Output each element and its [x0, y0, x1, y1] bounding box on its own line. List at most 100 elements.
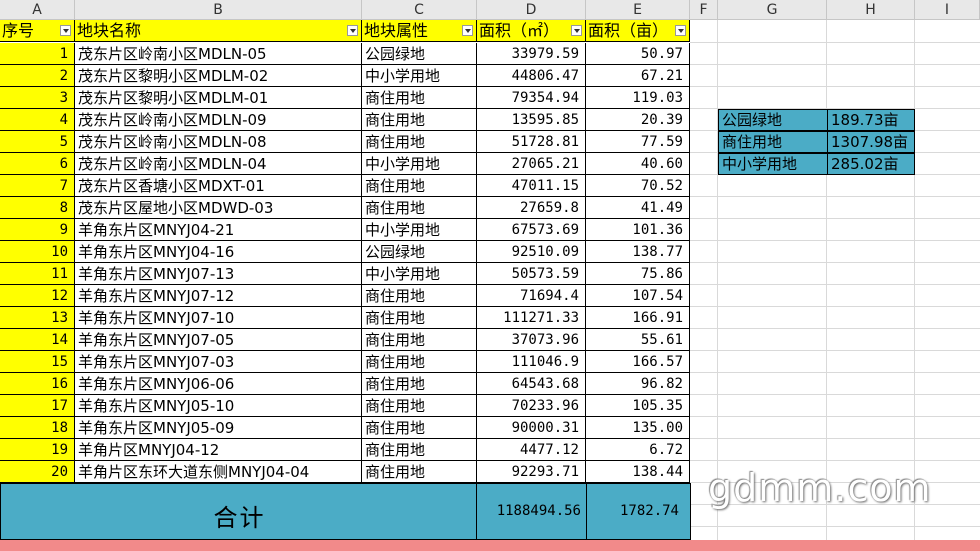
column-header-g[interactable]: G [718, 0, 827, 20]
row-seq-cell[interactable]: 15 [0, 351, 75, 373]
row-name-cell[interactable]: 茂东片区黎明小区MDLM-01 [75, 87, 362, 109]
filter-dropdown-icon[interactable] [60, 25, 71, 36]
row-seq-cell[interactable]: 10 [0, 241, 75, 263]
header-attr-cell[interactable]: 地块属性 [362, 20, 477, 42]
row-seq-cell[interactable]: 17 [0, 395, 75, 417]
row-name-cell[interactable]: 羊角东片区MNYJ05-09 [75, 417, 362, 439]
row-attr-cell[interactable]: 商住用地 [362, 197, 477, 219]
row-name-cell[interactable]: 羊角东片区MNYJ07-13 [75, 263, 362, 285]
filter-dropdown-icon[interactable] [462, 25, 473, 36]
row-seq-cell[interactable]: 1 [0, 43, 75, 65]
total-area-m2-cell[interactable]: 1188494.56 [476, 483, 587, 540]
row-name-cell[interactable]: 羊角东片区MNYJ07-12 [75, 285, 362, 307]
row-name-cell[interactable]: 茂东片区岭南小区MDLN-09 [75, 109, 362, 131]
row-area-mu-cell[interactable]: 75.86 [586, 263, 690, 285]
row-attr-cell[interactable]: 商住用地 [362, 175, 477, 197]
row-name-cell[interactable]: 羊角东片区MNYJ07-03 [75, 351, 362, 373]
row-area-mu-cell[interactable]: 107.54 [586, 285, 690, 307]
summary-value-cell[interactable]: 189.73亩 [827, 109, 915, 131]
row-area-mu-cell[interactable]: 166.91 [586, 307, 690, 329]
header-seq-cell[interactable]: 序号 [0, 20, 75, 42]
row-area-m2-cell[interactable]: 67573.69 [477, 219, 586, 241]
row-area-m2-cell[interactable]: 47011.15 [477, 175, 586, 197]
row-area-m2-cell[interactable]: 51728.81 [477, 131, 586, 153]
column-header-a[interactable]: A [0, 0, 75, 20]
row-area-mu-cell[interactable]: 50.97 [586, 43, 690, 65]
row-attr-cell[interactable]: 商住用地 [362, 307, 477, 329]
summary-value-cell[interactable]: 1307.98亩 [827, 131, 915, 153]
row-name-cell[interactable]: 羊角东片区MNYJ05-10 [75, 395, 362, 417]
column-header-h[interactable]: H [827, 0, 915, 20]
column-header-f[interactable]: F [690, 0, 718, 20]
row-area-mu-cell[interactable]: 77.59 [586, 131, 690, 153]
column-header-b[interactable]: B [75, 0, 362, 20]
row-attr-cell[interactable]: 中小学用地 [362, 263, 477, 285]
row-attr-cell[interactable]: 商住用地 [362, 417, 477, 439]
row-area-m2-cell[interactable]: 111046.9 [477, 351, 586, 373]
row-area-m2-cell[interactable]: 50573.59 [477, 263, 586, 285]
row-name-cell[interactable]: 羊角片区MNYJ04-12 [75, 439, 362, 461]
row-area-m2-cell[interactable]: 4477.12 [477, 439, 586, 461]
row-seq-cell[interactable]: 5 [0, 131, 75, 153]
row-attr-cell[interactable]: 中小学用地 [362, 219, 477, 241]
row-name-cell[interactable]: 茂东片区屋地小区MDWD-03 [75, 197, 362, 219]
row-attr-cell[interactable]: 商住用地 [362, 395, 477, 417]
row-name-cell[interactable]: 羊角片区东环大道东侧MNYJ04-04 [75, 461, 362, 483]
row-area-mu-cell[interactable]: 41.49 [586, 197, 690, 219]
row-area-m2-cell[interactable]: 90000.31 [477, 417, 586, 439]
row-name-cell[interactable]: 茂东片区岭南小区MDLN-04 [75, 153, 362, 175]
row-attr-cell[interactable]: 商住用地 [362, 109, 477, 131]
row-attr-cell[interactable]: 商住用地 [362, 461, 477, 483]
summary-attr-cell[interactable]: 中小学用地 [718, 153, 828, 175]
row-area-mu-cell[interactable]: 6.72 [586, 439, 690, 461]
row-area-mu-cell[interactable]: 138.44 [586, 461, 690, 483]
row-name-cell[interactable]: 羊角东片区MNYJ04-21 [75, 219, 362, 241]
row-area-m2-cell[interactable]: 44806.47 [477, 65, 586, 87]
row-area-mu-cell[interactable]: 96.82 [586, 373, 690, 395]
row-area-mu-cell[interactable]: 119.03 [586, 87, 690, 109]
row-area-m2-cell[interactable]: 27659.8 [477, 197, 586, 219]
row-area-m2-cell[interactable]: 70233.96 [477, 395, 586, 417]
row-seq-cell[interactable]: 19 [0, 439, 75, 461]
filter-dropdown-icon[interactable] [347, 25, 358, 36]
row-attr-cell[interactable]: 商住用地 [362, 87, 477, 109]
row-area-mu-cell[interactable]: 20.39 [586, 109, 690, 131]
header-area-mu-cell[interactable]: 面积（亩） [586, 20, 690, 42]
row-seq-cell[interactable]: 14 [0, 329, 75, 351]
row-name-cell[interactable]: 茂东片区香塘小区MDXT-01 [75, 175, 362, 197]
row-attr-cell[interactable]: 商住用地 [362, 285, 477, 307]
row-seq-cell[interactable]: 16 [0, 373, 75, 395]
row-seq-cell[interactable]: 7 [0, 175, 75, 197]
row-attr-cell[interactable]: 商住用地 [362, 131, 477, 153]
header-area-m2-cell[interactable]: 面积（㎡） [477, 20, 586, 42]
row-name-cell[interactable]: 羊角东片区MNYJ07-10 [75, 307, 362, 329]
row-area-m2-cell[interactable]: 92293.71 [477, 461, 586, 483]
row-area-m2-cell[interactable]: 37073.96 [477, 329, 586, 351]
row-attr-cell[interactable]: 商住用地 [362, 351, 477, 373]
column-header-c[interactable]: C [362, 0, 477, 20]
filter-dropdown-icon[interactable] [571, 25, 582, 36]
row-name-cell[interactable]: 羊角东片区MNYJ07-05 [75, 329, 362, 351]
column-header-e[interactable]: E [586, 0, 690, 20]
column-header-i[interactable]: I [915, 0, 980, 20]
row-name-cell[interactable]: 羊角东片区MNYJ06-06 [75, 373, 362, 395]
row-seq-cell[interactable]: 6 [0, 153, 75, 175]
row-area-m2-cell[interactable]: 79354.94 [477, 87, 586, 109]
row-area-m2-cell[interactable]: 27065.21 [477, 153, 586, 175]
row-area-m2-cell[interactable]: 92510.09 [477, 241, 586, 263]
row-attr-cell[interactable]: 公园绿地 [362, 43, 477, 65]
row-seq-cell[interactable]: 11 [0, 263, 75, 285]
row-area-mu-cell[interactable]: 138.77 [586, 241, 690, 263]
row-area-mu-cell[interactable]: 105.35 [586, 395, 690, 417]
row-area-mu-cell[interactable]: 40.60 [586, 153, 690, 175]
row-area-mu-cell[interactable]: 166.57 [586, 351, 690, 373]
filter-dropdown-icon[interactable] [675, 25, 686, 36]
column-header-d[interactable]: D [477, 0, 586, 20]
row-seq-cell[interactable]: 20 [0, 461, 75, 483]
row-area-m2-cell[interactable]: 33979.59 [477, 43, 586, 65]
row-seq-cell[interactable]: 18 [0, 417, 75, 439]
row-attr-cell[interactable]: 公园绿地 [362, 241, 477, 263]
row-name-cell[interactable]: 羊角东片区MNYJ04-16 [75, 241, 362, 263]
total-label-cell[interactable]: 合计 [0, 483, 477, 540]
row-seq-cell[interactable]: 2 [0, 65, 75, 87]
